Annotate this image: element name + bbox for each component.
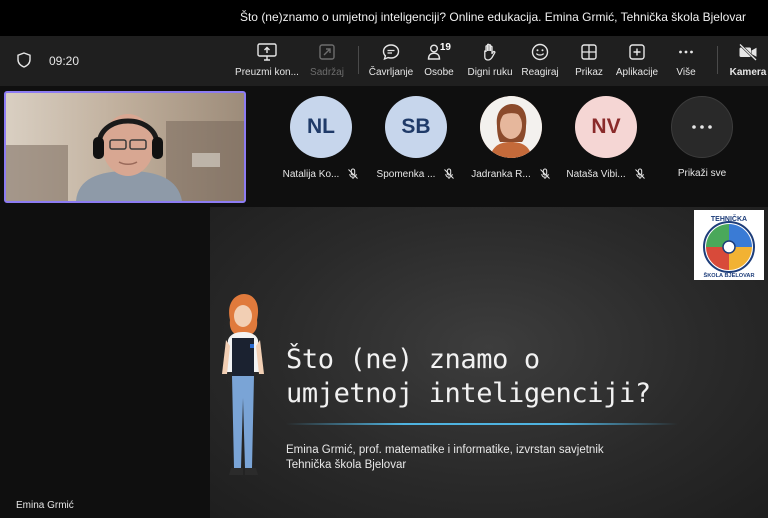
mic-off-icon (634, 168, 645, 179)
react-label: Reagiraj (521, 67, 559, 78)
avatar: NL (290, 96, 352, 158)
show-all-label: Prikaži sve (677, 168, 727, 179)
chat-icon (366, 42, 416, 64)
participant-name: Nataša Vibi... (566, 168, 626, 180)
people-button[interactable]: 19 Osobe (418, 42, 460, 82)
logo-text-top: TEHNIČKA (711, 214, 747, 223)
content-label: Sadržaj (310, 67, 344, 78)
mic-off-icon (539, 168, 550, 179)
people-label: Osobe (424, 67, 454, 78)
content-button[interactable]: Sadržaj (305, 42, 349, 82)
participant-name: Jadranka R... (471, 168, 531, 180)
mic-off-icon (348, 168, 359, 179)
participant-tile[interactable]: SB Spomenka ... (368, 96, 464, 180)
people-count: 19 (439, 42, 451, 53)
avatar: NV (575, 96, 637, 158)
toolbar-divider (717, 46, 718, 74)
participant-name: Spomenka ... (376, 168, 436, 180)
share-screen-label: Preuzmi kon... (235, 67, 299, 78)
participant-tile[interactable]: NL Natalija Ko... (273, 96, 369, 180)
slide-subtitle-line: Emina Grmić, prof. matematike i informat… (286, 444, 604, 456)
participant-name: Natalija Ko... (282, 168, 340, 180)
slide-title-line: umjetnoj inteligenciji? (286, 378, 651, 409)
meeting-timer: 09:20 (49, 54, 80, 68)
people-icon: 19 (418, 42, 460, 64)
avatar (480, 96, 542, 158)
window-title: Što (ne)znamo o umjetnoj inteligenciji? … (239, 10, 746, 24)
participant-photo (480, 96, 542, 158)
camera-off-icon (728, 42, 768, 64)
slide-subtitle-line: Tehnička škola Bjelovar (286, 459, 407, 471)
share-screen-icon (234, 42, 300, 64)
toolbar-divider (358, 46, 359, 74)
view-label: Prikaz (575, 67, 603, 78)
slide-title: Što (ne) znamo o umjetnoj inteligenciji? (286, 343, 651, 411)
participant-tile[interactable]: Jadranka R... (463, 96, 559, 180)
camera-button[interactable]: Kamera (728, 42, 768, 82)
chat-button[interactable]: Čavrljanje (366, 42, 416, 82)
apps-plus-icon (614, 42, 660, 64)
apps-button[interactable]: Aplikacije (614, 42, 660, 82)
mic-off-icon (444, 168, 455, 179)
slide-title-line: Što (ne) znamo o (286, 344, 540, 375)
meeting-stage: NL Natalija Ko... SB Spomenka ... Jadran… (0, 86, 768, 518)
view-button[interactable]: Prikaz (570, 42, 608, 82)
camera-label: Kamera (729, 67, 767, 78)
more-icon (670, 42, 702, 64)
raise-hand-icon (465, 42, 515, 64)
logo-text-bottom: ŠKOLA BJELOVAR (704, 271, 755, 279)
avatar: SB (385, 96, 447, 158)
participant-tile[interactable]: NV Nataša Vibi... (558, 96, 654, 180)
content-icon (305, 42, 349, 64)
window-title-bar: Što (ne)znamo o umjetnoj inteligenciji? … (0, 0, 768, 36)
more-button[interactable]: Više (670, 42, 702, 82)
meeting-toolbar: 09:20 Preuzmi kon... Sadržaj Čavrljanje … (0, 36, 768, 86)
school-logo: TEHNIČKA ŠKOLA BJELOVAR (694, 210, 764, 280)
more-label: Više (676, 67, 696, 78)
show-all-participants-button[interactable]: Prikaži sve (654, 96, 750, 179)
more-icon (671, 96, 733, 158)
slide-subtitle: Emina Grmić, prof. matematike i informat… (286, 443, 604, 473)
slide-divider-line (286, 423, 678, 425)
self-video-tile[interactable] (4, 91, 246, 203)
apps-label: Aplikacije (615, 67, 659, 78)
raise-hand-label: Digni ruku (467, 67, 513, 78)
shared-presentation-slide: TEHNIČKA ŠKOLA BJELOVAR Što (ne) znamo o… (210, 207, 768, 518)
view-icon (570, 42, 608, 64)
shield-icon[interactable] (17, 52, 31, 68)
chat-label: Čavrljanje (368, 67, 414, 78)
presenter-cartoon-illustration (222, 294, 264, 475)
share-screen-button[interactable]: Preuzmi kon... (234, 42, 300, 82)
react-button[interactable]: Reagiraj (518, 42, 562, 82)
video-feed-image (6, 93, 244, 201)
raise-hand-button[interactable]: Digni ruku (465, 42, 515, 82)
presenter-name-label: Emina Grmić (16, 500, 74, 511)
react-icon (518, 42, 562, 64)
